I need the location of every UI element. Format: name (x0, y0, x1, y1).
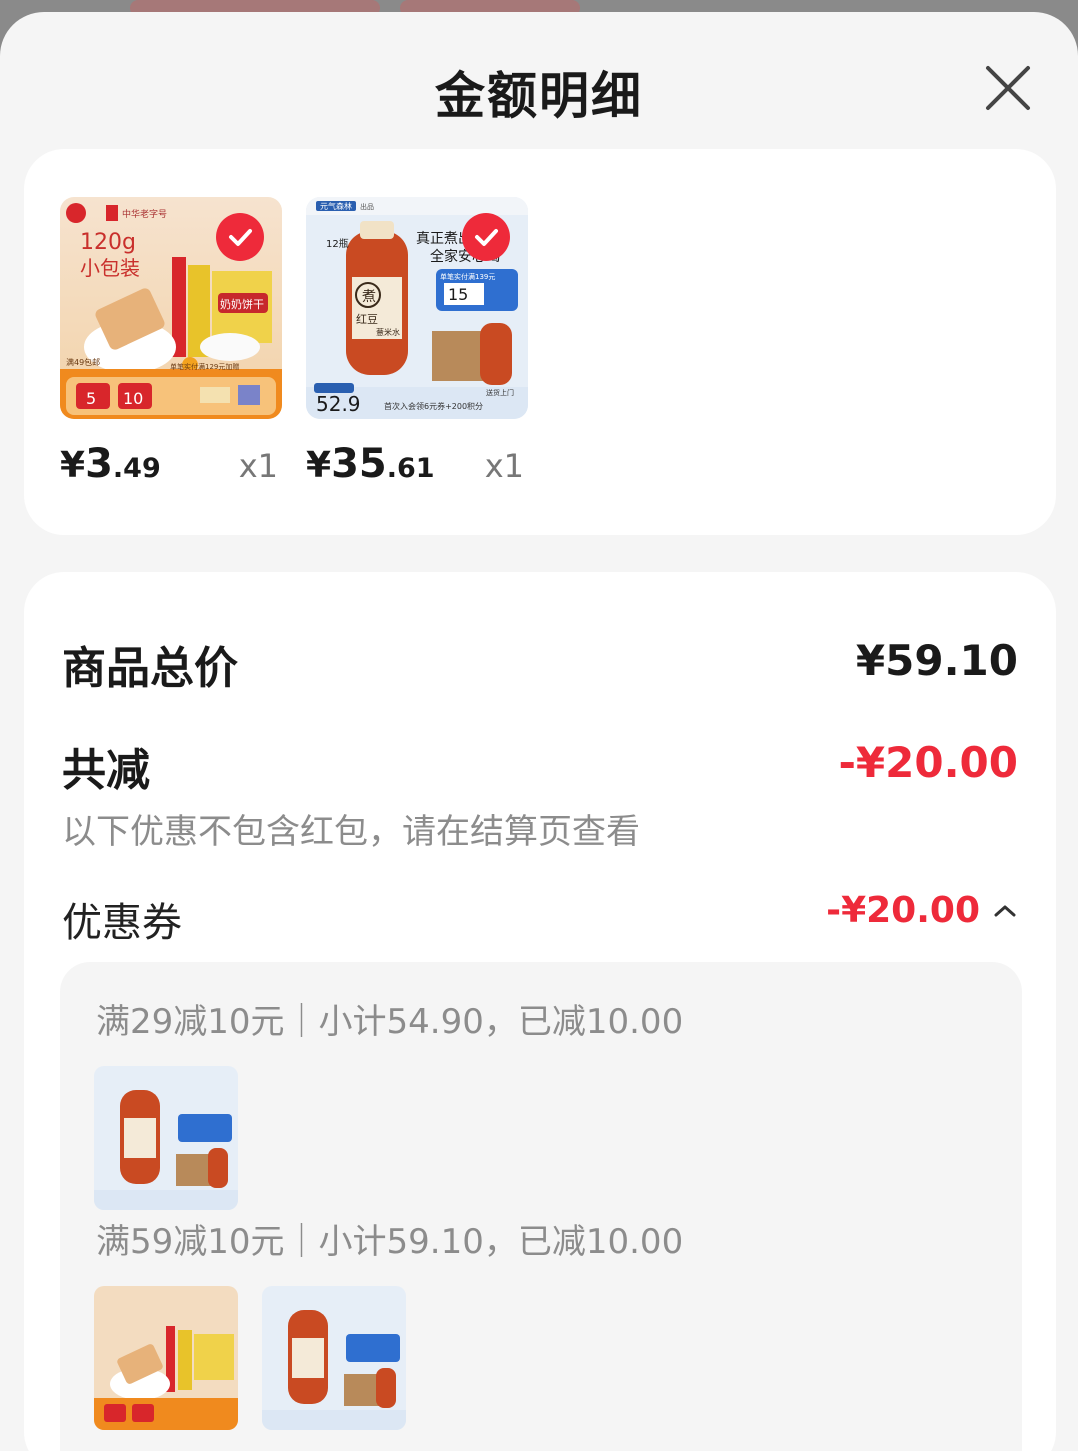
discount-note: 以下优惠不包含红包，请在结算页查看 (62, 812, 640, 852)
item-quantity: x1 (238, 447, 278, 485)
price-summary-card: 商品总价 ¥59.10 共减 -¥20.00 以下优惠不包含红包，请在结算页查看… (24, 572, 1056, 1451)
image-text: 奶奶饼干 (220, 297, 264, 311)
total-price-value: ¥59.10 (855, 636, 1018, 685)
image-text: 红豆 (356, 313, 378, 326)
discount-value: -¥20.00 (838, 738, 1018, 787)
image-text: 单笔实付满139元 (440, 272, 495, 281)
image-text: 煮 (362, 289, 376, 305)
coupon-product-thumbnail (94, 1066, 238, 1210)
coupon-amount: -¥20.00 (826, 890, 980, 931)
coupon-rule-text: 满59减10元｜小计59.10，已减10.00 (96, 1222, 684, 1262)
coupon-value[interactable]: -¥20.00 (826, 890, 1018, 931)
coupon-detail-panel: 满29减10元｜小计54.90，已减10.00 满59减10元｜小计59.10，… (60, 962, 1022, 1451)
image-text: 薏米水 (376, 327, 400, 337)
image-text: 满49包邮 (66, 357, 100, 367)
item-price: ¥35.61 (306, 441, 435, 487)
price-row: ¥35.61 x1 (306, 441, 528, 491)
image-text: 送货上门 (486, 388, 514, 397)
image-text: 15 (448, 285, 468, 304)
discount-row: 共减 -¥20.00 (62, 734, 1018, 796)
product-thumbnail[interactable]: 元气森林 出品 真正煮出来的 全家安心喝 煮 红豆 薏米水 12瓶 15 单笔实… (306, 197, 528, 419)
image-text: 12瓶 (326, 237, 349, 250)
biscuit-product-image (94, 1286, 238, 1430)
price-decimal: .61 (386, 453, 435, 484)
coupon-product-thumbnail (262, 1286, 406, 1430)
selected-products-card: 中华老字号 120g 小包装 奶奶饼干 满49包邮 单笔实付满129元加赠 5 … (24, 149, 1056, 535)
sheet-title: 金额明细 (435, 67, 643, 125)
image-text: 5 (86, 389, 96, 408)
price-currency: ¥ (60, 445, 86, 486)
selected-check-icon[interactable] (216, 213, 264, 261)
image-text: 首次入会领6元券+200积分 (384, 401, 483, 411)
price-row: ¥3.49 x1 (60, 441, 282, 491)
image-text: 元气森林 (320, 201, 352, 211)
image-text: 单笔实付满129元加赠 (170, 362, 239, 371)
image-text: 小包装 (80, 256, 140, 280)
product-item-biscuit[interactable]: 中华老字号 120g 小包装 奶奶饼干 满49包邮 单笔实付满129元加赠 5 … (60, 197, 282, 491)
total-price-row: 商品总价 ¥59.10 (62, 632, 1018, 694)
product-thumbnail[interactable]: 中华老字号 120g 小包装 奶奶饼干 满49包邮 单笔实付满129元加赠 5 … (60, 197, 282, 419)
selected-check-icon[interactable] (462, 213, 510, 261)
coupon-rule-text: 满29减10元｜小计54.90，已减10.00 (96, 1002, 684, 1042)
drink-product-image (94, 1066, 238, 1210)
coupon-product-thumbnail (94, 1286, 238, 1430)
image-text: 中华老字号 (122, 208, 167, 220)
chevron-up-icon[interactable] (992, 903, 1018, 919)
close-button[interactable] (982, 62, 1034, 114)
price-integer: 3 (85, 441, 113, 487)
image-text: 120g (80, 230, 136, 255)
sheet-header: 金额明细 (0, 12, 1078, 162)
image-text: 出品 (360, 202, 374, 211)
item-quantity: x1 (484, 447, 524, 485)
product-item-drink[interactable]: 元气森林 出品 真正煮出来的 全家安心喝 煮 红豆 薏米水 12瓶 15 单笔实… (306, 197, 528, 491)
image-text: 10 (123, 389, 143, 408)
image-text: 52.9 (316, 392, 361, 416)
price-decimal: .49 (112, 453, 161, 484)
drink-product-image (262, 1286, 406, 1430)
price-currency: ¥ (306, 445, 332, 486)
coupon-row[interactable]: 优惠券 -¥20.00 (62, 890, 1018, 946)
item-price: ¥3.49 (60, 441, 161, 487)
close-icon (986, 66, 1030, 110)
price-integer: 35 (331, 441, 387, 487)
